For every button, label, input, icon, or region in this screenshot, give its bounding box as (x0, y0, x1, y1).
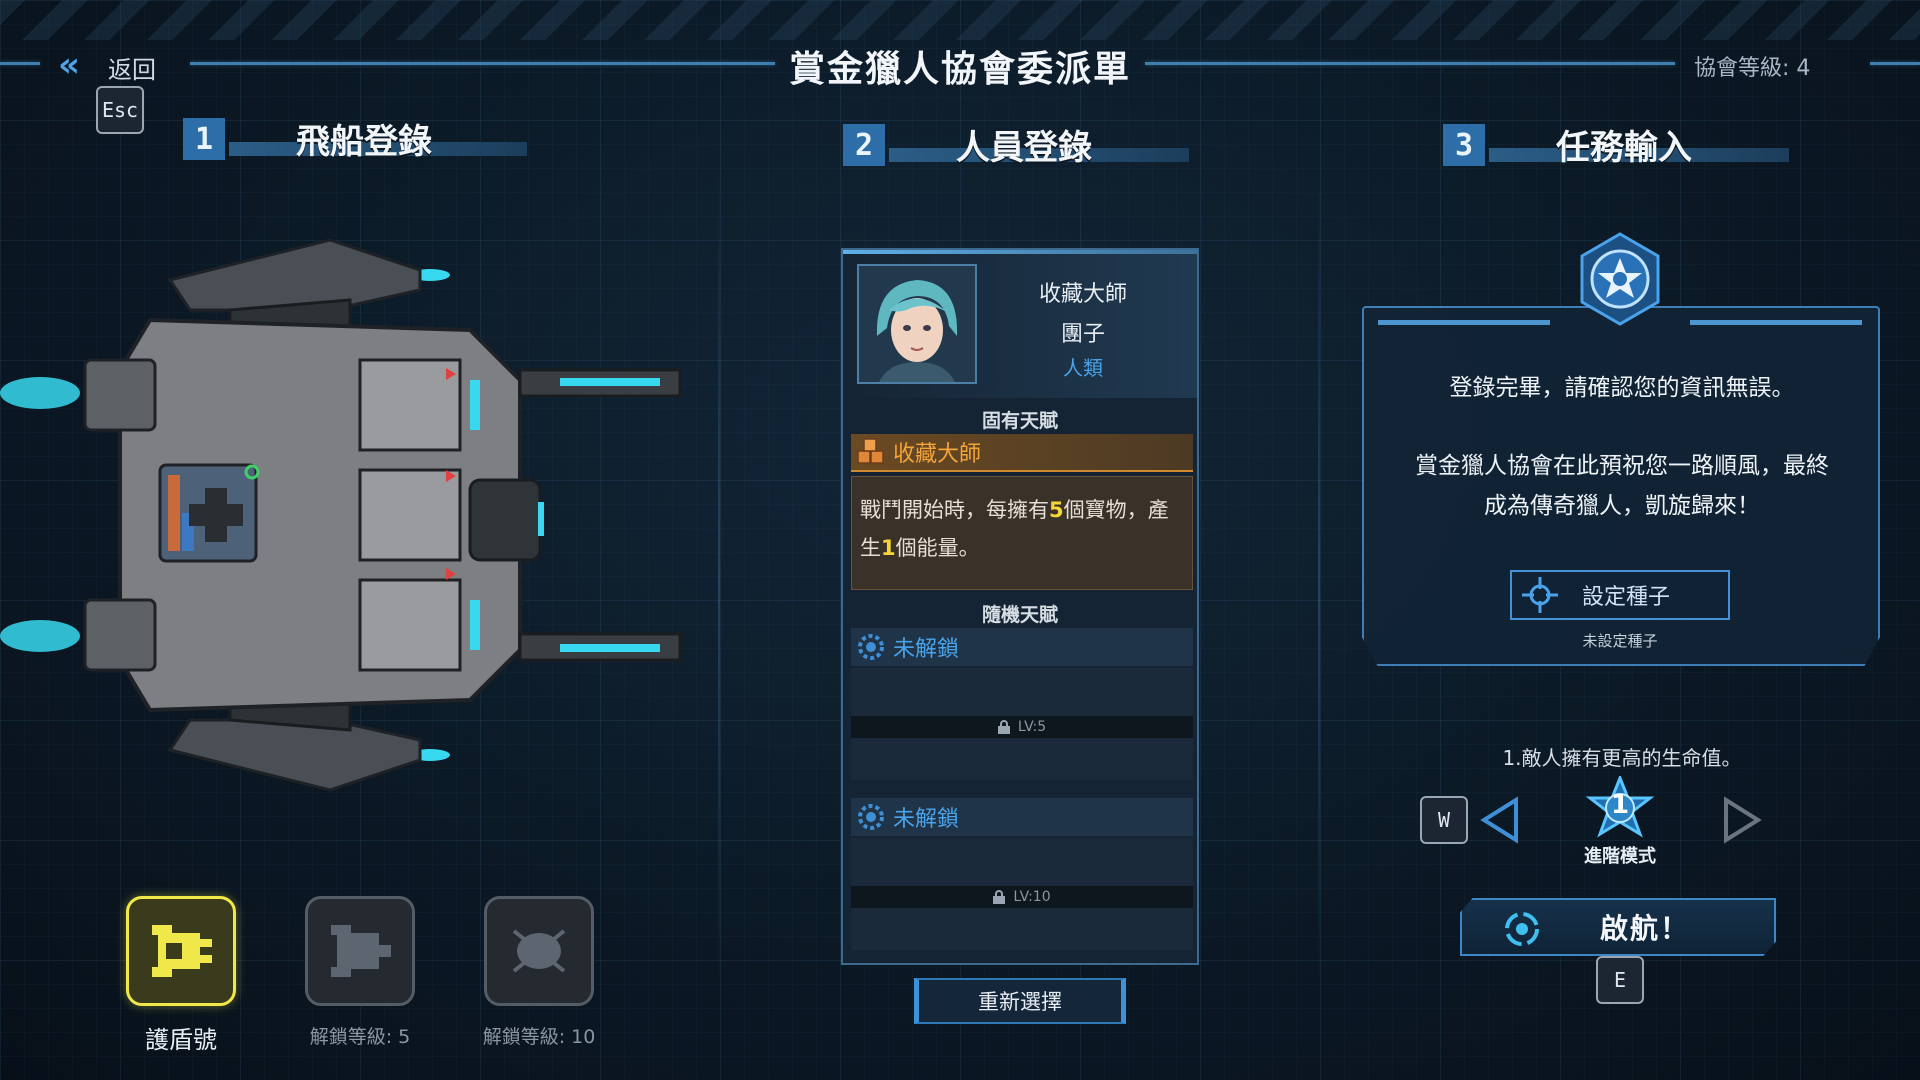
ship-slot-shield-label: 護盾號 (145, 1026, 217, 1054)
ship-slot-shield[interactable] (126, 896, 236, 1006)
mission-confirm-text: 登錄完畢，請確認您的資訊無誤。 (1449, 375, 1795, 401)
star-emblem-icon (1574, 232, 1666, 328)
random-talent-1-name: 未解鎖 (893, 637, 960, 662)
reselect-button[interactable]: 重新選擇 (914, 978, 1126, 1024)
portal-icon (1504, 911, 1540, 947)
fixed-talent-description: 戰鬥開始時，每擁有5個寶物，產生1個能量。 (851, 476, 1193, 590)
section-1-number: 1 (183, 118, 225, 160)
arrow-right-icon[interactable] (1720, 796, 1764, 844)
crosshair-icon (1520, 575, 1560, 615)
crew-race: 人類 (1063, 356, 1103, 380)
arrow-left-icon[interactable] (1478, 796, 1522, 844)
random-talent-row-1[interactable]: 未解鎖 (851, 628, 1193, 666)
ship-slot-locked-1-label: 解鎖等級: 5 (309, 1026, 411, 1048)
launch-key-hint[interactable]: E (1596, 956, 1644, 1004)
desc-text-3: 個能量。 (895, 536, 980, 560)
random-talent-1-lock-level: LV:5 (1017, 719, 1047, 735)
section-3-title: 任務輸入 (1556, 128, 1692, 168)
back-chevron-icon[interactable]: ‹‹ (58, 48, 80, 82)
section-1-title: 飛船登錄 (296, 122, 432, 162)
crew-card: 收藏大師 團子 人類 固有天賦 收藏大師 戰鬥開始時，每擁有5個寶物，產生1個能… (841, 248, 1199, 965)
fixed-talent-name: 收藏大師 (893, 442, 982, 467)
set-seed-button[interactable]: 設定種子 (1510, 570, 1730, 620)
ship-shield-icon (152, 925, 212, 977)
difficulty-modifier: 1.敵人擁有更高的生命值。 (1502, 746, 1742, 770)
desc-highlight-1: 5 (1049, 498, 1064, 522)
crate-icon (855, 436, 887, 468)
crew-name: 團子 (1060, 322, 1105, 347)
ship-slot-locked-2[interactable] (484, 896, 594, 1006)
header-stripes (0, 0, 1920, 40)
mode-key-hint[interactable]: W (1420, 796, 1468, 844)
header-line-left-edge (0, 62, 40, 65)
ship-preview (0, 230, 720, 800)
section-3-number: 3 (1443, 124, 1485, 166)
back-button[interactable]: 返回 (108, 50, 156, 85)
section-2-number: 2 (843, 124, 885, 166)
gear-badge-icon (855, 801, 887, 833)
header-line-right (1145, 62, 1675, 65)
lock-icon (997, 720, 1010, 734)
random-talent-2-name: 未解鎖 (893, 807, 960, 832)
seed-status: 未設定種子 (1582, 632, 1658, 650)
fixed-talent-row[interactable]: 收藏大師 (851, 434, 1193, 472)
random-talent-1-lock: LV:5 (851, 716, 1193, 738)
launch-button[interactable]: 啟航！ (1460, 898, 1776, 956)
mission-blessing-line1: 賞金獵人協會在此預祝您一路順風，最終 (1415, 453, 1829, 479)
launch-label: 啟航！ (1600, 912, 1691, 945)
crew-title: 收藏大師 (1038, 282, 1127, 307)
section-2-title: 人員登錄 (956, 128, 1092, 168)
set-seed-label: 設定種子 (1582, 585, 1671, 610)
mode-label: 進階模式 (1584, 846, 1656, 867)
ship-slot-locked-1[interactable] (305, 896, 415, 1006)
random-talent-2-lock-level: LV:10 (1013, 889, 1051, 905)
fixed-talent-header: 固有天賦 (981, 410, 1058, 432)
random-talent-row-2[interactable]: 未解鎖 (851, 798, 1193, 836)
ship-slot-locked-2-label: 解鎖等級: 10 (482, 1026, 596, 1048)
header-line-left (190, 62, 775, 65)
ship-bug-silhouette-icon (512, 929, 566, 973)
lock-icon (993, 890, 1006, 904)
crew-portrait (857, 264, 977, 384)
random-talent-header: 隨機天賦 (981, 604, 1058, 626)
panel-accent-left (1378, 320, 1550, 325)
gear-badge-icon (855, 631, 887, 663)
random-talent-2-lock: LV:10 (851, 886, 1193, 908)
ship-silhouette-icon (331, 925, 391, 977)
mission-blessing-line2: 成為傳奇獵人，凱旋歸來！ (1484, 493, 1760, 519)
esc-key-hint[interactable]: Esc (96, 86, 144, 134)
mode-level: 1 (1610, 790, 1630, 820)
panel-accent-right (1690, 320, 1862, 325)
column-divider-right (1318, 170, 1320, 990)
guild-level: 協會等級: 4 (1694, 56, 1811, 81)
desc-text-1: 戰鬥開始時，每擁有 (860, 498, 1049, 522)
page-title: 賞金獵人協會委派單 (788, 49, 1131, 90)
header-line-right-edge (1870, 62, 1920, 65)
desc-highlight-2: 1 (881, 536, 896, 560)
